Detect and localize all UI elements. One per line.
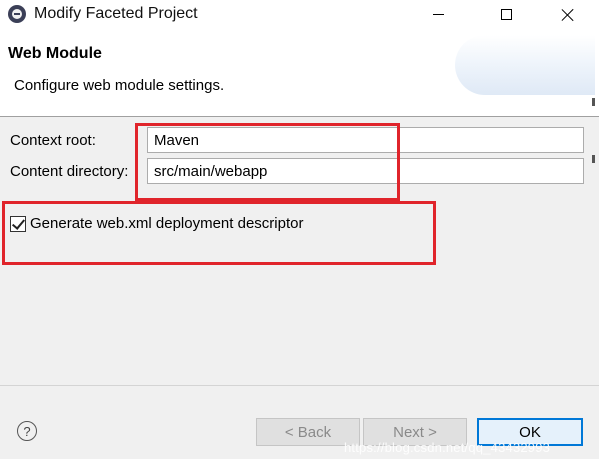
maximize-icon [501,9,512,20]
banner-decoration [455,35,595,95]
divider [592,155,595,163]
help-icon[interactable]: ? [17,421,37,441]
wizard-banner: Web Module Configure web module settings… [0,29,599,117]
context-root-label: Context root: [10,132,96,149]
title-bar: Modify Faceted Project [0,0,599,29]
close-icon [561,8,575,22]
bottom-strip [0,459,599,466]
maximize-button[interactable] [484,0,529,29]
content-directory-label: Content directory: [10,163,129,180]
annotation-highlight-checkbox [2,201,436,265]
annotation-highlight-fields [135,123,400,201]
close-button[interactable] [545,0,590,29]
eclipse-icon [8,5,26,23]
page-description: Configure web module settings. [14,77,225,94]
divider [592,98,595,106]
window-title: Modify Faceted Project [34,5,198,22]
minimize-button[interactable] [416,0,461,29]
watermark-text: https://blog.csdn.net/qq_43432993 [344,440,551,455]
footer-divider [0,385,599,386]
minimize-icon [433,14,444,15]
page-title: Web Module [8,45,102,62]
